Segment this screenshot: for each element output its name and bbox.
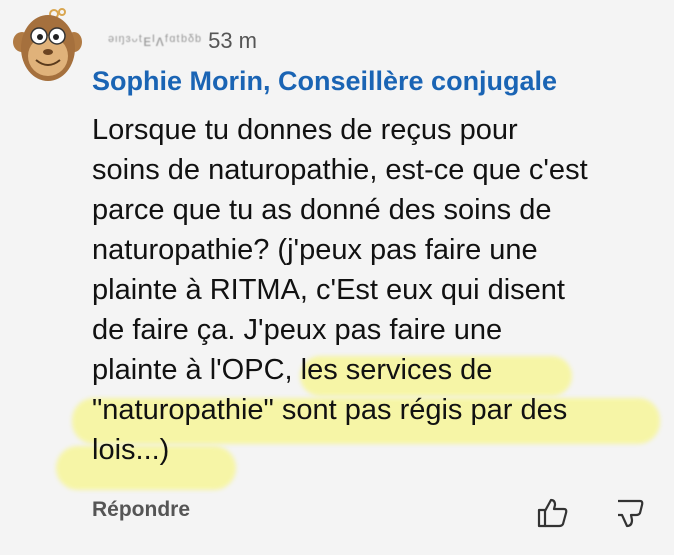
monkey-avatar-icon bbox=[13, 8, 82, 81]
comment-line: lois...) bbox=[92, 434, 170, 466]
avatar[interactable] bbox=[12, 8, 82, 84]
dislike-button[interactable] bbox=[612, 497, 646, 529]
reply-button[interactable]: Répondre bbox=[92, 498, 190, 522]
comment-line: de faire ça. J'peux pas faire une bbox=[92, 314, 503, 346]
comment-line: soins de naturopathie, est-ce que c'est bbox=[92, 154, 588, 186]
thumbs-down-icon bbox=[618, 499, 644, 528]
comment-line: plainte à RITMA, c'Est eux qui disent bbox=[92, 274, 565, 306]
like-button[interactable] bbox=[536, 497, 570, 529]
comment-line: plainte à l'OPC, les services de bbox=[92, 354, 493, 386]
comment-time: 53 m bbox=[208, 28, 257, 53]
thumbs-up-icon bbox=[537, 498, 568, 528]
comment-line: Lorsque tu donnes de reçus pour bbox=[92, 114, 518, 146]
comment-line: "naturopathie" sont pas régis par des bbox=[92, 394, 568, 426]
comment-meta: ᵊᶦᵑᶟᵕᵗᴇᴵᴧᶠᵅᵗᵇᵟᵇ 53 m bbox=[108, 28, 257, 54]
comment-line: parce que tu as donné des soins de bbox=[92, 194, 552, 226]
comment-card: ᵊᶦᵑᶟᵕᵗᴇᴵᴧᶠᵅᵗᵇᵟᵇ 53 m Sophie Morin, Consei… bbox=[0, 0, 674, 555]
comment-body: Lorsque tu donnes de reçus pour soins de… bbox=[92, 110, 662, 470]
comment-author[interactable]: Sophie Morin, Conseillère conjugale bbox=[92, 66, 557, 97]
blurred-meta-text: ᵊᶦᵑᶟᵕᵗᴇᴵᴧᶠᵅᵗᵇᵟᵇ bbox=[108, 33, 203, 51]
comment-line: naturopathie? (j'peux pas faire une bbox=[92, 234, 538, 266]
